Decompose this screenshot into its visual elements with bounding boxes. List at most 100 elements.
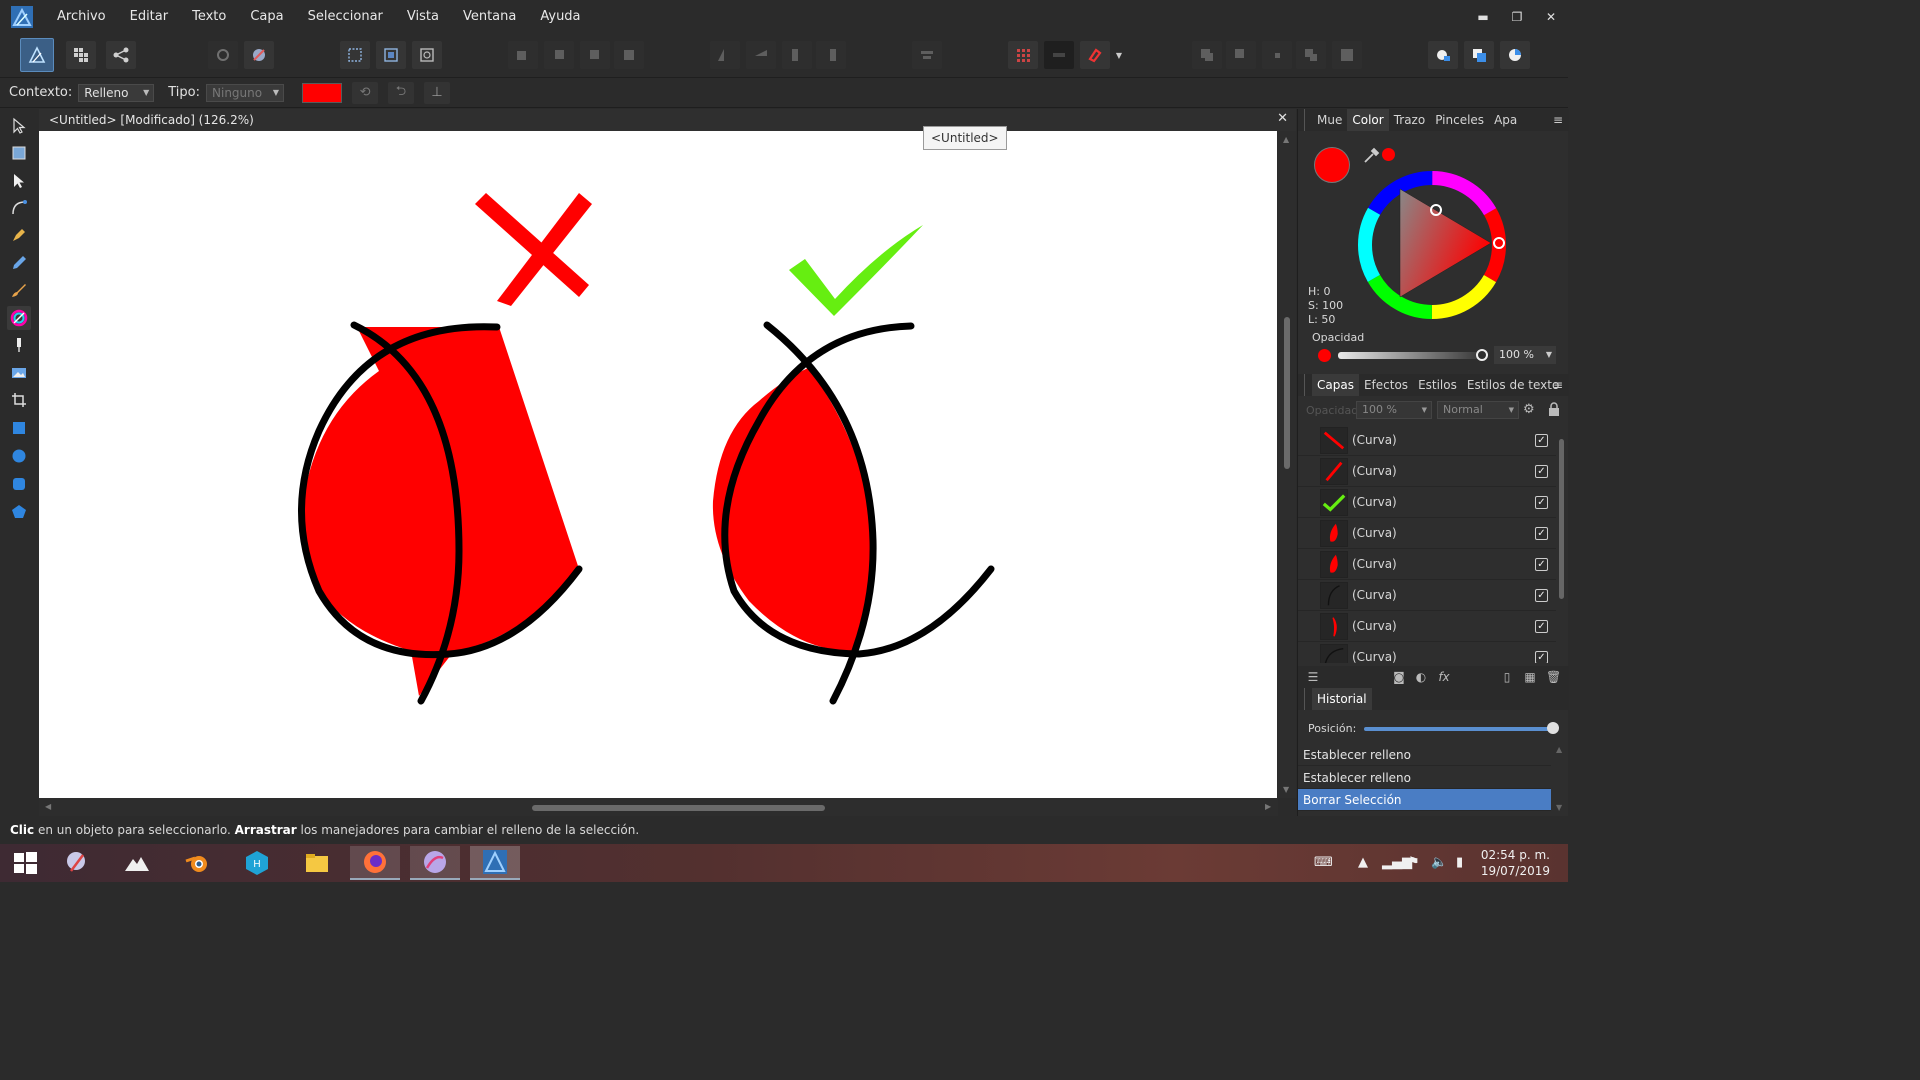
menu-texto[interactable]: Texto — [180, 0, 238, 34]
layers-scrollbar[interactable] — [1556, 431, 1568, 657]
vertical-scroll-thumb[interactable] — [1284, 317, 1290, 469]
polygon-tool[interactable] — [7, 500, 31, 524]
transparency-tool[interactable] — [7, 333, 31, 357]
layer-opacity-select[interactable]: 100 % ▼ — [1356, 401, 1432, 419]
clock-time[interactable]: 02:54 p. m. — [1481, 848, 1550, 862]
history-item-selected[interactable]: Borrar Selección — [1298, 789, 1551, 811]
panel-grip[interactable] — [1304, 374, 1312, 396]
insert-inside-button[interactable] — [1428, 41, 1458, 69]
volume-icon[interactable]: 🔈 — [1431, 855, 1447, 870]
add-layer-icon[interactable]: ▯ — [1500, 670, 1514, 684]
rotate-left-button[interactable] — [782, 41, 812, 69]
start-button[interactable] — [0, 846, 50, 880]
menu-seleccionar[interactable]: Seleccionar — [296, 0, 395, 34]
menu-archivo[interactable]: Archivo — [45, 0, 118, 34]
add-pixel-layer-icon[interactable]: ▦ — [1523, 670, 1537, 684]
layer-visibility-checkbox[interactable]: ✓ — [1535, 434, 1548, 447]
mask-icon[interactable]: ◙ — [1392, 670, 1406, 684]
scroll-right-arrow-icon[interactable]: ▶ — [1265, 802, 1271, 811]
menu-ventana[interactable]: Ventana — [451, 0, 528, 34]
reverse-gradient-button[interactable]: ⟲ — [352, 81, 379, 104]
boolean-xor-button[interactable] — [1296, 41, 1326, 69]
picked-color-swatch[interactable] — [1382, 148, 1395, 161]
corner-tool[interactable] — [7, 196, 31, 220]
fill-color-swatch[interactable] — [302, 82, 343, 103]
red-wrong-fill[interactable] — [300, 327, 579, 696]
pen-tool[interactable] — [7, 223, 31, 247]
tab-color[interactable]: Color — [1347, 109, 1389, 131]
snap-grid-button[interactable] — [1008, 41, 1038, 69]
taskbar-app-hitfilm[interactable]: H — [232, 846, 282, 880]
current-color-swatch[interactable] — [1314, 147, 1350, 183]
menu-vista[interactable]: Vista — [395, 0, 451, 34]
panel-grip[interactable] — [1304, 109, 1312, 131]
history-item[interactable]: Establecer relleno — [1298, 767, 1551, 789]
trash-icon[interactable]: 🗑 — [1546, 670, 1561, 684]
color-wheel[interactable] — [1356, 169, 1508, 321]
hamburger-menu-icon[interactable]: ≡ — [1553, 109, 1563, 131]
transform-button[interactable] — [412, 41, 442, 69]
tab-brushes[interactable]: Pinceles — [1430, 109, 1489, 131]
flag-icon[interactable]: ⚑ — [1408, 855, 1420, 870]
align-button[interactable] — [912, 41, 942, 69]
flip-horizontal-button[interactable] — [710, 41, 740, 69]
menu-capa[interactable]: Capa — [238, 0, 295, 34]
panel-grip[interactable] — [1304, 688, 1312, 710]
history-item[interactable]: Establecer relleno — [1298, 744, 1551, 766]
adjustment-icon[interactable]: ◐ — [1414, 670, 1428, 684]
minimize-button[interactable]: ▬ — [1466, 0, 1500, 34]
boolean-add-button[interactable] — [1192, 41, 1222, 69]
snapping-options-dropdown[interactable]: ▼ — [1112, 41, 1126, 69]
tab-swatches[interactable]: Mue — [1312, 109, 1347, 131]
scroll-down-arrow-icon[interactable]: ▼ — [1283, 785, 1289, 794]
designer-persona-button[interactable] — [20, 38, 54, 72]
taskbar-app-paint[interactable] — [52, 846, 102, 880]
snapping-button[interactable] — [1080, 41, 1110, 69]
history-scroll-down-icon[interactable]: ▼ — [1556, 803, 1562, 812]
eyedropper-icon[interactable] — [1362, 145, 1382, 165]
chevron-up-icon[interactable]: ▲ — [1358, 855, 1368, 870]
insert-top-button[interactable] — [1464, 41, 1494, 69]
arrange-front-button[interactable] — [614, 41, 644, 69]
crop-tool[interactable] — [7, 388, 31, 412]
boolean-divide-button[interactable] — [1332, 41, 1362, 69]
clock-date[interactable]: 19/07/2019 — [1481, 864, 1550, 878]
taskbar-app-blender[interactable] — [172, 846, 222, 880]
menu-ayuda[interactable]: Ayuda — [528, 0, 592, 34]
scroll-up-arrow-icon[interactable]: ▲ — [1283, 135, 1289, 144]
taskbar-app-explorer[interactable] — [292, 846, 342, 880]
blend-mode-select[interactable]: Normal ▼ — [1437, 401, 1519, 419]
layer-row[interactable]: (Curva) ✓ — [1298, 487, 1556, 518]
layer-visibility-checkbox[interactable]: ✓ — [1535, 589, 1548, 602]
context-select[interactable]: Relleno ▼ — [78, 83, 155, 102]
export-persona-button[interactable] — [106, 41, 136, 69]
lock-icon[interactable] — [1548, 402, 1560, 416]
pencil-tool[interactable] — [7, 251, 31, 275]
ellipse-tool[interactable] — [7, 444, 31, 468]
boolean-intersect-button[interactable] — [1262, 41, 1292, 69]
select-all-button[interactable] — [340, 41, 370, 69]
tab-styles[interactable]: Estilos — [1413, 374, 1462, 396]
opacity-input[interactable]: 100 % — [1494, 346, 1544, 364]
horizontal-scroll-thumb[interactable] — [532, 805, 825, 811]
document-tab[interactable]: <Untitled> [Modificado] (126.2%) ✕ — [39, 109, 1296, 131]
affinity-designer-logo-icon[interactable] — [11, 6, 33, 28]
flip-vertical-button[interactable] — [746, 41, 776, 69]
menu-editar[interactable]: Editar — [118, 0, 181, 34]
horizontal-scrollbar[interactable]: ◀ ▶ — [39, 798, 1278, 816]
rectangle-tool[interactable] — [7, 416, 31, 440]
vector-brush-tool[interactable] — [7, 278, 31, 302]
layer-visibility-checkbox[interactable]: ✓ — [1535, 527, 1548, 540]
layer-row[interactable]: (Curva) ✓ — [1298, 518, 1556, 549]
hamburger-menu-icon[interactable]: ≡ — [1553, 374, 1563, 396]
layer-visibility-checkbox[interactable]: ✓ — [1535, 496, 1548, 509]
opacity-slider-knob[interactable] — [1476, 349, 1488, 361]
arrange-forward-button[interactable] — [580, 41, 610, 69]
node-tool[interactable] — [7, 169, 31, 193]
battery-icon[interactable]: ▮ — [1456, 855, 1463, 870]
tab-history[interactable]: Historial — [1312, 688, 1372, 710]
fx-icon[interactable]: fx — [1437, 670, 1451, 684]
pixel-persona-button[interactable] — [66, 41, 96, 69]
arrange-back-button[interactable] — [508, 41, 538, 69]
keyboard-icon[interactable]: ⌨ — [1314, 855, 1333, 870]
